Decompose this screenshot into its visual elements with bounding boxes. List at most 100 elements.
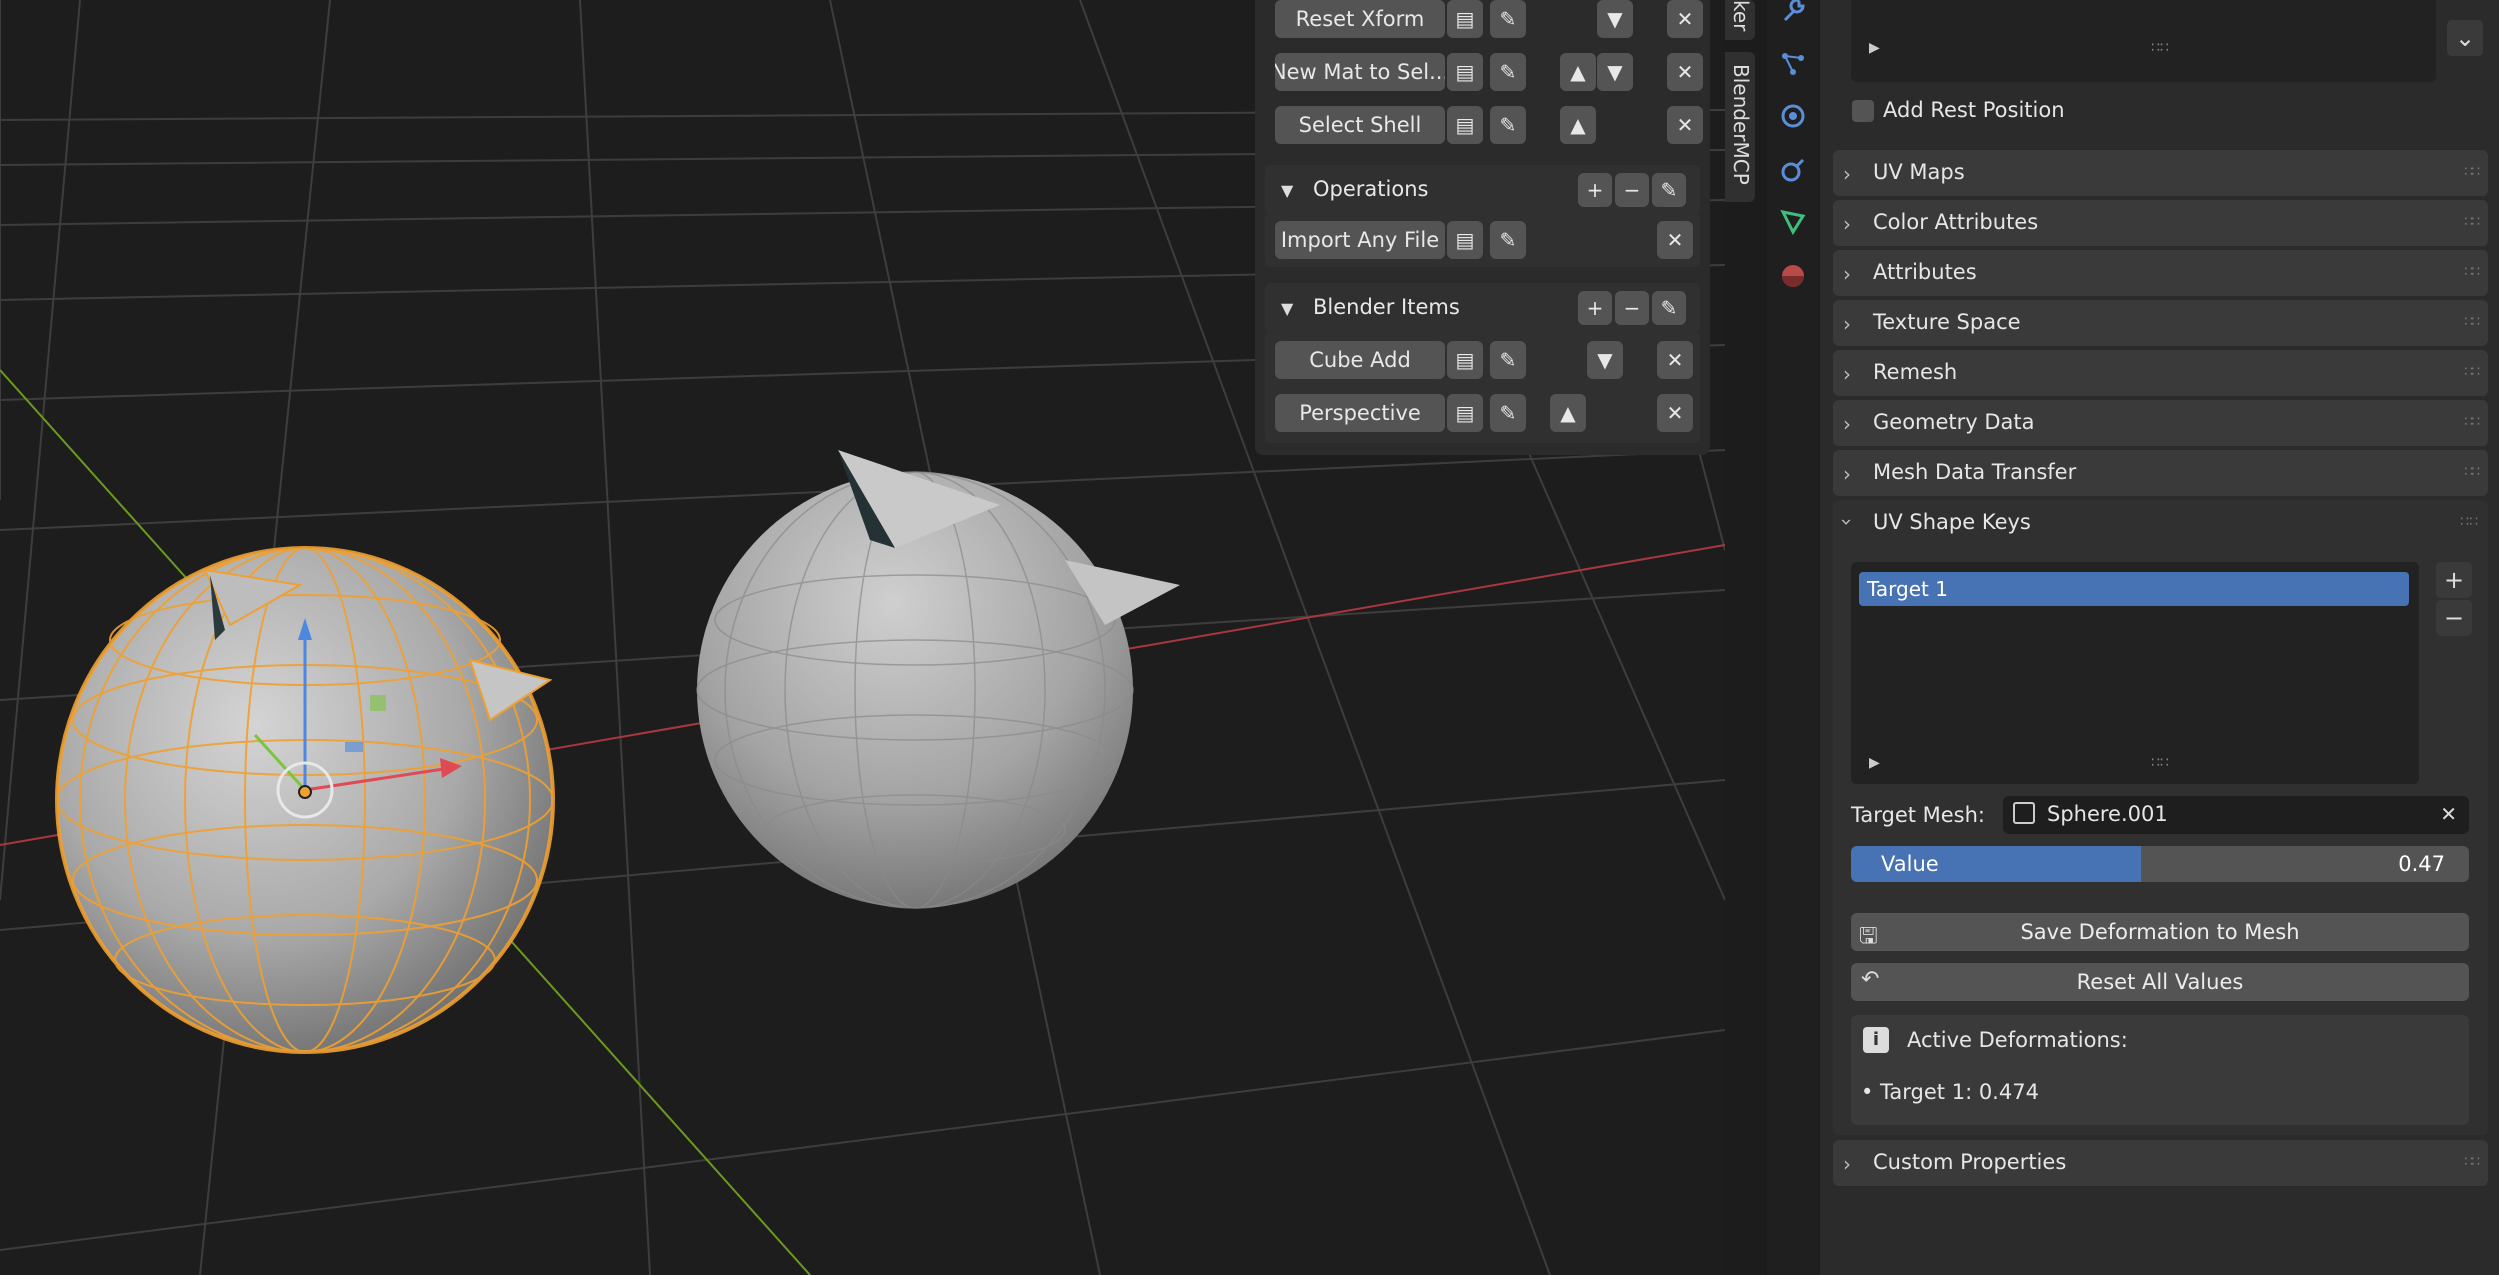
edit-icon[interactable]: ✎	[1490, 221, 1526, 259]
script-icon[interactable]: ▤	[1447, 106, 1483, 144]
import-any-file-button[interactable]: Import Any File	[1275, 221, 1445, 259]
value-slider[interactable]: Value 0.47	[1851, 846, 2469, 882]
panel-uv-maps[interactable]: › UV Maps ∷∷	[1833, 150, 2488, 196]
move-down-icon[interactable]: ▼	[1597, 0, 1633, 38]
drag-grip-icon[interactable]: ∷∷	[2464, 464, 2480, 480]
physics-icon[interactable]	[1777, 100, 1809, 132]
edit-icon[interactable]: ✎	[1490, 0, 1526, 38]
panel-label: Attributes	[1873, 260, 1977, 284]
script-icon[interactable]: ▤	[1447, 0, 1483, 38]
reset-all-values-button[interactable]: ↶ Reset All Values	[1851, 963, 2469, 1001]
move-up-icon[interactable]: ▲	[1560, 53, 1596, 91]
add-rest-position-checkbox[interactable]	[1852, 100, 1874, 122]
target-mesh-field[interactable]: Sphere.001 ✕	[2003, 796, 2469, 834]
edit-icon[interactable]: ✎	[1490, 341, 1526, 379]
script-icon[interactable]: ▤	[1447, 53, 1483, 91]
panel-remesh[interactable]: › Remesh ∷∷	[1833, 350, 2488, 396]
edit-icon[interactable]: ✎	[1652, 173, 1686, 207]
collapse-triangle-icon: ▼	[1281, 181, 1294, 200]
chevron-right-icon: ›	[1843, 412, 1851, 436]
wrench-icon[interactable]	[1777, 0, 1809, 26]
add-icon[interactable]: +	[1578, 291, 1612, 325]
add-key-button[interactable]: +	[2436, 562, 2472, 598]
drag-grip-icon[interactable]: ∷∷	[2464, 214, 2480, 230]
remove-icon[interactable]: ✕	[1667, 0, 1703, 38]
perspective-button[interactable]: Perspective	[1275, 394, 1445, 432]
add-rest-position-label: Add Rest Position	[1883, 98, 2065, 122]
blender-items-title: Blender Items	[1313, 295, 1460, 319]
drag-grip-icon[interactable]: ∷∷	[2464, 364, 2480, 380]
shape-keys-list[interactable]: Target 1 ▶ ∷∷	[1851, 562, 2419, 784]
chevron-down-icon[interactable]: ⌄	[2447, 20, 2483, 56]
chevron-down-icon: ›	[1835, 518, 1859, 526]
edit-icon[interactable]: ✎	[1652, 291, 1686, 325]
resize-grip-icon[interactable]: ∷∷	[2151, 755, 2169, 771]
object-icon	[2013, 802, 2035, 824]
move-down-icon[interactable]: ▼	[1597, 53, 1633, 91]
clear-icon[interactable]: ✕	[2440, 802, 2457, 826]
quick-tools-panel: Reset Xform ▤ ✎ ▼ ✕ New Mat to Sel... ▤ …	[1255, 0, 1710, 455]
minus-icon[interactable]: −	[1615, 291, 1649, 325]
script-icon[interactable]: ▤	[1447, 394, 1483, 432]
move-down-icon[interactable]: ▼	[1587, 341, 1623, 379]
drag-grip-icon[interactable]: ∷∷	[2464, 264, 2480, 280]
remove-icon[interactable]: ✕	[1657, 221, 1693, 259]
script-icon[interactable]: ▤	[1447, 341, 1483, 379]
remove-icon[interactable]: ✕	[1657, 394, 1693, 432]
save-deformation-button[interactable]: 🖫 Save Deformation to Mesh	[1851, 913, 2469, 951]
operations-title: Operations	[1313, 177, 1429, 201]
value-label: Value	[1881, 852, 1939, 876]
collapse-triangle-icon: ▼	[1281, 299, 1294, 318]
drag-grip-icon[interactable]: ∷∷	[2460, 514, 2478, 530]
mesh-data-icon[interactable]	[1777, 206, 1809, 238]
drag-grip-icon[interactable]: ∷∷	[2464, 1154, 2480, 1170]
selected-sphere[interactable]	[55, 546, 555, 1054]
minus-icon[interactable]: −	[1615, 173, 1649, 207]
previous-list-box[interactable]: ▶ ∷∷	[1851, 0, 2436, 82]
edit-icon[interactable]: ✎	[1490, 106, 1526, 144]
chevron-right-icon: ›	[1843, 1152, 1851, 1176]
resize-grip-icon[interactable]: ∷∷	[2151, 40, 2169, 56]
panel-custom-properties[interactable]: › Custom Properties ∷∷	[1833, 1140, 2488, 1186]
select-shell-button[interactable]: Select Shell	[1275, 106, 1445, 144]
operations-section-header[interactable]: ▼ Operations + − ✎	[1265, 165, 1700, 215]
remove-icon[interactable]: ✕	[1667, 53, 1703, 91]
move-up-icon[interactable]: ▲	[1560, 106, 1596, 144]
panel-label: Color Attributes	[1873, 210, 2039, 234]
move-up-icon[interactable]: ▲	[1550, 394, 1586, 432]
new-mat-to-sel-button[interactable]: New Mat to Sel...	[1275, 53, 1445, 91]
chevron-right-icon: ›	[1843, 362, 1851, 386]
reset-xform-button[interactable]: Reset Xform	[1275, 0, 1445, 38]
uv-shape-keys-header[interactable]: › UV Shape Keys ∷∷	[1833, 500, 2488, 546]
chevron-right-icon: ›	[1843, 462, 1851, 486]
cube-add-button[interactable]: Cube Add	[1275, 341, 1445, 379]
3d-viewport[interactable]: Reset Xform ▤ ✎ ▼ ✕ New Mat to Sel... ▤ …	[0, 0, 1725, 1275]
drag-grip-icon[interactable]: ∷∷	[2464, 314, 2480, 330]
edit-icon[interactable]: ✎	[1490, 53, 1526, 91]
panel-texture-space[interactable]: › Texture Space ∷∷	[1833, 300, 2488, 346]
panel-label: Geometry Data	[1873, 410, 2035, 434]
panel-attributes[interactable]: › Attributes ∷∷	[1833, 250, 2488, 296]
add-icon[interactable]: +	[1578, 173, 1612, 207]
script-icon[interactable]: ▤	[1447, 221, 1483, 259]
expand-arrow-icon[interactable]: ▶	[1869, 755, 1880, 771]
panel-geometry-data[interactable]: › Geometry Data ∷∷	[1833, 400, 2488, 446]
deformed-sphere[interactable]	[696, 450, 1180, 909]
sidebar-tab-blendermcp[interactable]: BlenderMCP	[1725, 52, 1755, 202]
constraints-icon[interactable]	[1777, 154, 1809, 186]
list-item-target-1[interactable]: Target 1	[1859, 572, 2409, 606]
panel-mesh-data-transfer[interactable]: › Mesh Data Transfer ∷∷	[1833, 450, 2488, 496]
material-icon[interactable]	[1777, 260, 1809, 292]
panel-color-attributes[interactable]: › Color Attributes ∷∷	[1833, 200, 2488, 246]
blender-items-section-header[interactable]: ▼ Blender Items + − ✎	[1265, 283, 1700, 333]
sidebar-tab-partial[interactable]: ker	[1725, 0, 1755, 40]
remove-key-button[interactable]: −	[2436, 600, 2472, 636]
particles-icon[interactable]	[1777, 48, 1809, 80]
expand-arrow-icon[interactable]: ▶	[1869, 40, 1880, 56]
edit-icon[interactable]: ✎	[1490, 394, 1526, 432]
remove-icon[interactable]: ✕	[1657, 341, 1693, 379]
drag-grip-icon[interactable]: ∷∷	[2464, 414, 2480, 430]
remove-icon[interactable]: ✕	[1667, 106, 1703, 144]
panel-label: UV Shape Keys	[1873, 510, 2031, 534]
drag-grip-icon[interactable]: ∷∷	[2464, 164, 2480, 180]
